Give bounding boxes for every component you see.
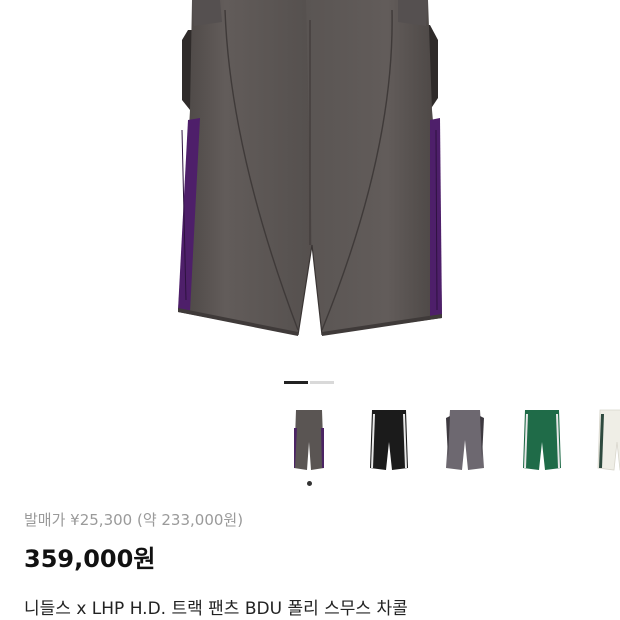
product-title: 니들스 x LHP H.D. 트랙 팬츠 BDU 폴리 스무스 차콜: [24, 599, 408, 619]
pager-bar-1[interactable]: [284, 381, 308, 384]
selected-thumbnail-dot: [307, 481, 312, 486]
thumbnail-ivory[interactable]: [592, 408, 620, 474]
product-main-image[interactable]: [0, 0, 620, 370]
pager-bar-2[interactable]: [310, 381, 334, 384]
thumbnail-black[interactable]: [364, 408, 414, 474]
sale-price: 359,000원: [24, 545, 156, 573]
color-thumbnail-strip: [0, 408, 620, 478]
thumbnail-green[interactable]: [517, 408, 567, 474]
thumbnail-grey[interactable]: [440, 408, 490, 474]
release-price: 발매가 ¥25,300 (약 233,000원): [24, 511, 244, 529]
thumbnail-charcoal[interactable]: [284, 408, 334, 474]
track-pants-image: [178, 0, 442, 336]
image-pager[interactable]: [284, 381, 334, 384]
